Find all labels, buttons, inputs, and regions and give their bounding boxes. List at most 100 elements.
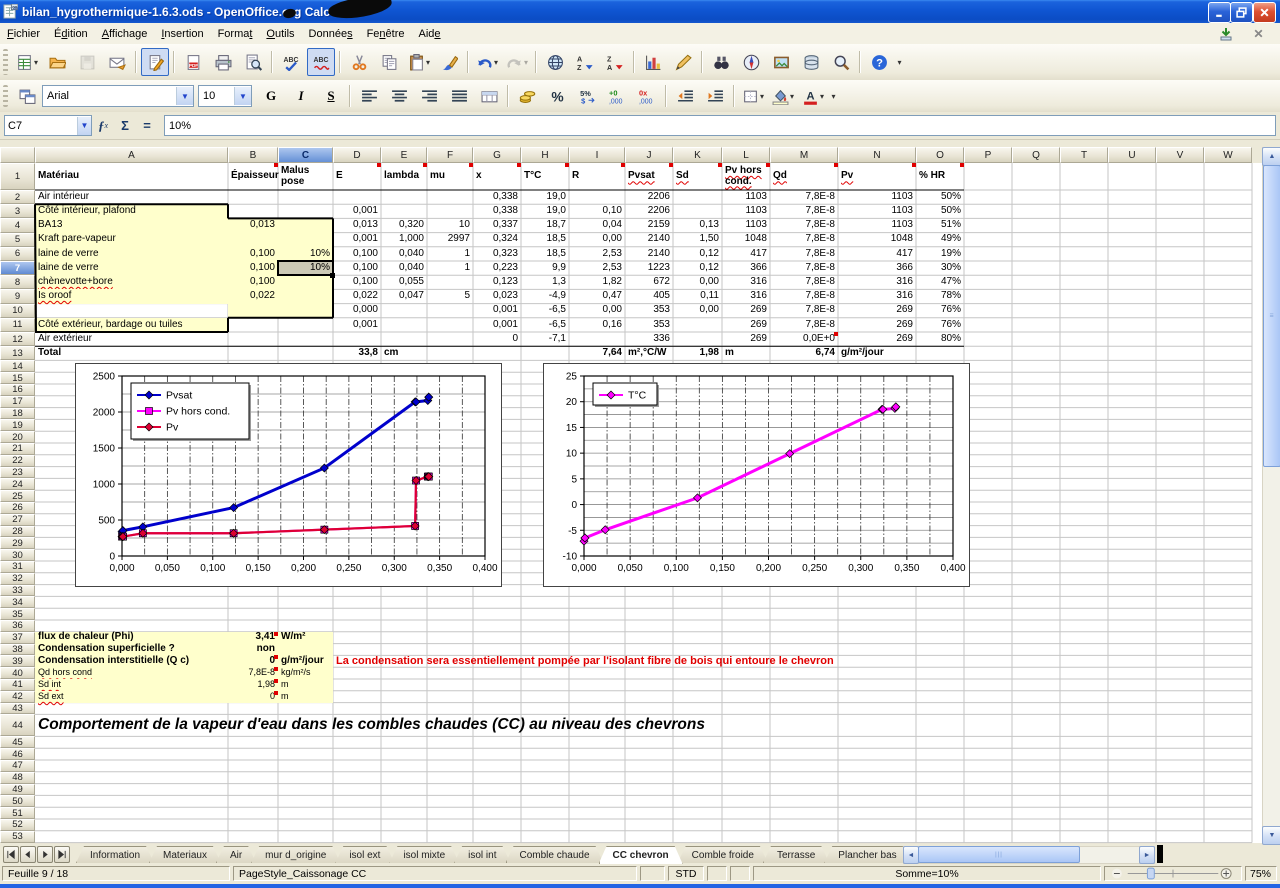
formula-input-line[interactable]	[164, 115, 1276, 136]
find-icon[interactable]	[707, 48, 735, 76]
vertical-scrollbar-thumb[interactable]: ≡	[1263, 165, 1280, 467]
increase-indent-icon[interactable]	[701, 82, 729, 110]
underline-icon[interactable]: S	[317, 82, 345, 110]
column-header-Q[interactable]: Q	[1012, 147, 1060, 163]
cell-J2[interactable]: 2206	[625, 190, 673, 204]
cell-H2[interactable]: 19,0	[521, 190, 569, 204]
cell-I13[interactable]: 7,64	[569, 346, 625, 360]
row-header-4[interactable]: 4	[0, 218, 35, 233]
row-header-16[interactable]: 16	[0, 384, 35, 396]
cell-B6[interactable]: 0,100	[228, 246, 278, 261]
formula-input[interactable]	[165, 118, 1275, 133]
dropdown-arrow-icon[interactable]: ▾	[34, 58, 38, 67]
sheet-first-icon[interactable]	[3, 846, 19, 863]
column-header-C[interactable]: C	[278, 147, 333, 163]
row-header-7[interactable]: 7	[0, 261, 35, 276]
cell-C1[interactable]: Malus pose	[278, 163, 333, 190]
function-wizard-icon[interactable]: ƒx	[92, 115, 114, 137]
sheet-tab-isol-ext[interactable]: isol ext	[335, 846, 394, 863]
cell-H5[interactable]: 18,5	[521, 233, 569, 247]
cell-N2[interactable]: 1103	[838, 190, 916, 204]
menu-affichage[interactable]: Affichage	[95, 26, 155, 42]
background-color-icon[interactable]: ▾	[769, 82, 797, 110]
cell-B9[interactable]: 0,022	[228, 289, 278, 304]
row-header-27[interactable]: 27	[0, 513, 35, 526]
italic-icon[interactable]: I	[287, 82, 315, 110]
number-currency-icon[interactable]	[513, 82, 541, 110]
cell-G6[interactable]: 0,323	[473, 247, 521, 261]
dropdown-arrow-icon[interactable]: ▾	[426, 58, 430, 67]
cell-G2[interactable]: 0,338	[473, 190, 521, 204]
cell-A12[interactable]: Air extérieur	[35, 332, 228, 346]
cell-J3[interactable]: 2206	[625, 204, 673, 218]
row-header-44[interactable]: 44	[0, 714, 35, 737]
cell-N12[interactable]: 269	[838, 332, 916, 346]
hyperlink-icon[interactable]	[541, 48, 569, 76]
cell-B4[interactable]: 0,013	[228, 218, 278, 233]
sheet-tab-information[interactable]: Information	[76, 846, 154, 863]
cell-A13[interactable]: Total	[35, 346, 228, 360]
cell-G1[interactable]: x	[473, 163, 521, 190]
cell-A1[interactable]: Matériau	[35, 163, 228, 190]
cell-M3[interactable]: 7,8E-8	[770, 204, 838, 218]
cell-C9[interactable]	[278, 289, 333, 304]
cell-K1[interactable]: Sd	[673, 163, 722, 190]
menu-format[interactable]: Format	[211, 26, 260, 42]
column-header-U[interactable]: U	[1108, 147, 1156, 163]
sheet-next-icon[interactable]	[37, 846, 53, 863]
cell-O3[interactable]: 50%	[916, 204, 964, 218]
sheet-tab-plancher-bas[interactable]: Plancher bas	[824, 846, 910, 863]
cell-J13[interactable]: m²,°C/W	[625, 346, 673, 360]
column-header-L[interactable]: L	[722, 147, 770, 163]
row-header-38[interactable]: 38	[0, 643, 35, 656]
column-header-M[interactable]: M	[770, 147, 838, 163]
split-handle[interactable]	[1157, 845, 1163, 863]
cell-I6[interactable]: 2,53	[569, 247, 625, 261]
sort-ascending-icon[interactable]: AZ	[571, 48, 599, 76]
temperature-chart[interactable]: -10 -5 0 5 10 15 20 25 0,000 0,050 0,100 0,150 0,200…	[543, 363, 970, 587]
autospellcheck-icon[interactable]: ABC	[307, 48, 335, 76]
cell-N7[interactable]: 366	[838, 261, 916, 275]
cell-A5[interactable]: Kraft pare-vapeur	[35, 232, 228, 247]
dropdown-arrow-icon[interactable]: ▾	[820, 92, 824, 101]
cell-J11[interactable]: 353	[625, 318, 673, 332]
row-header-41[interactable]: 41	[0, 679, 35, 691]
row-header-10[interactable]: 10	[0, 303, 35, 318]
cell-C6[interactable]: 10%	[278, 246, 333, 261]
cell-M4[interactable]: 7,8E-8	[770, 218, 838, 232]
number-standard-icon[interactable]: 5% $	[573, 82, 601, 110]
cell-C37[interactable]: W/m²	[278, 631, 333, 644]
cell-L1[interactable]: Pv hors cond.	[722, 163, 770, 190]
cell-J10[interactable]: 353	[625, 304, 673, 318]
page-preview-icon[interactable]	[239, 48, 267, 76]
cell-L11[interactable]: 269	[722, 318, 770, 332]
cell-M13[interactable]: 6,74	[770, 346, 838, 360]
cell-M6[interactable]: 7,8E-8	[770, 247, 838, 261]
vapor-pressure-chart[interactable]: 0 500 1000 1500 2000 2500 0,000 0,050 0,100 0,150…	[75, 363, 502, 587]
cell-K9[interactable]: 0,11	[673, 289, 722, 303]
cell-D8[interactable]: 0,100	[333, 275, 381, 289]
cell-M10[interactable]: 7,8E-8	[770, 304, 838, 318]
selection-handle[interactable]	[330, 273, 335, 279]
dropdown-arrow-icon[interactable]: ▾	[524, 58, 528, 67]
cell-A44[interactable]: Comportement de la vapeur d'eau dans les…	[35, 714, 705, 736]
sheet-tab-cc-chevron[interactable]: CC chevron	[599, 846, 683, 864]
page-style[interactable]: PageStyle_Caissonage CC	[233, 866, 637, 881]
row-header-33[interactable]: 33	[0, 584, 35, 597]
column-header-V[interactable]: V	[1156, 147, 1204, 163]
zoom-percent[interactable]: 75%	[1245, 866, 1277, 881]
export-pdf-icon[interactable]: PDF	[179, 48, 207, 76]
sheet-tab-comble-chaude[interactable]: Comble chaude	[506, 846, 604, 863]
sheet-tab-comble-froide[interactable]: Comble froide	[678, 846, 768, 863]
delete-decimal-icon[interactable]: 0x ,000	[633, 82, 661, 110]
sum-icon[interactable]: Σ	[114, 115, 136, 137]
row-header-45[interactable]: 45	[0, 736, 35, 749]
print-icon[interactable]	[209, 48, 237, 76]
cell-B39[interactable]: 0	[228, 655, 278, 668]
cell-G3[interactable]: 0,338	[473, 204, 521, 218]
column-header-T[interactable]: T	[1060, 147, 1108, 163]
column-header-A[interactable]: A	[35, 147, 228, 163]
cell-D1[interactable]: E	[333, 163, 381, 190]
cell-C4[interactable]	[278, 218, 333, 233]
cell-D7[interactable]: 0,100	[333, 261, 381, 275]
